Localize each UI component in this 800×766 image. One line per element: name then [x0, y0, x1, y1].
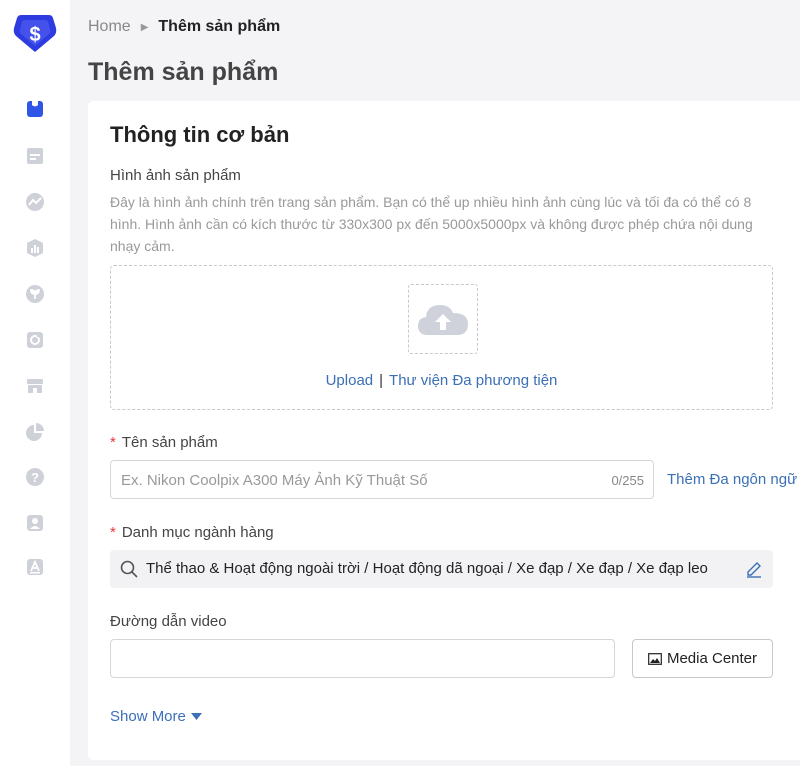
video-url-input[interactable]: [110, 639, 615, 678]
store-decoration-icon[interactable]: [24, 329, 46, 351]
marketing-icon[interactable]: [24, 191, 46, 213]
help-icon[interactable]: ?: [24, 466, 46, 488]
svg-text:$: $: [29, 24, 40, 46]
caret-down-icon: [190, 713, 202, 720]
product-name-label-text: Tên sản phẩm: [121, 434, 218, 451]
search-icon: [120, 560, 138, 578]
category-path: Thể thao & Hoạt động ngoài trời / Hoạt đ…: [146, 560, 708, 577]
media-center-button[interactable]: Media Center: [632, 639, 773, 678]
show-more-toggle[interactable]: Show More: [110, 708, 202, 725]
product-images-label: Hình ảnh sản phẩm: [110, 167, 241, 184]
section-title: Thông tin cơ bản: [110, 122, 290, 147]
character-counter: 0/255: [611, 473, 644, 488]
media-center-label: Media Center: [666, 650, 758, 667]
upload-link[interactable]: Upload: [326, 372, 374, 389]
main-content: Home ▶ Thêm sản phẩm Thêm sản phẩm Thông…: [70, 0, 800, 766]
media-library-link[interactable]: Thư viện Đa phương tiện: [389, 372, 557, 389]
product-images-description: Đây là hình ảnh chính trên trang sản phẩ…: [110, 194, 753, 254]
image-upload-zone[interactable]: Upload | Thư viện Đa phương tiện: [110, 265, 773, 410]
product-name-label: * Tên sản phẩm: [110, 434, 218, 451]
breadcrumb-current: Thêm sản phẩm: [158, 18, 281, 35]
shop-icon[interactable]: [24, 375, 46, 397]
upload-links-separator: |: [379, 372, 384, 389]
svg-text:?: ?: [31, 470, 39, 485]
account-icon[interactable]: [24, 512, 46, 534]
products-icon[interactable]: [24, 98, 46, 120]
product-name-input[interactable]: Ex. Nikon Coolpix A300 Máy Ảnh Kỹ Thuật …: [110, 460, 654, 499]
translate-icon[interactable]: [24, 556, 46, 578]
show-more-label: Show More: [110, 708, 186, 725]
page-title: Thêm sản phẩm: [88, 58, 279, 86]
required-mark: *: [110, 434, 116, 451]
orders-icon[interactable]: [24, 145, 46, 167]
sidebar: $ ?: [0, 0, 70, 766]
growth-icon[interactable]: [24, 283, 46, 305]
product-name-placeholder: Ex. Nikon Coolpix A300 Máy Ảnh Kỹ Thuật …: [121, 472, 428, 489]
category-selector[interactable]: Thể thao & Hoạt động ngoài trời / Hoạt đ…: [110, 550, 773, 588]
finance-icon[interactable]: [24, 237, 46, 259]
logo-icon[interactable]: $: [13, 12, 57, 54]
chevron-right-icon: ▶: [140, 21, 149, 33]
analytics-icon[interactable]: [24, 421, 46, 443]
image-upload-box[interactable]: [408, 284, 478, 354]
cloud-upload-icon: [418, 305, 468, 335]
required-mark: *: [110, 524, 116, 541]
breadcrumb-home-link[interactable]: Home: [88, 18, 131, 36]
upload-links: Upload | Thư viện Đa phương tiện: [111, 372, 772, 389]
category-label: * Danh mục ngành hàng: [110, 524, 274, 541]
video-url-label: Đường dẫn video: [110, 613, 227, 630]
category-label-text: Danh mục ngành hàng: [121, 524, 274, 541]
add-multi-language-link[interactable]: Thêm Đa ngôn ngữ: [667, 471, 797, 488]
edit-icon[interactable]: [745, 560, 763, 578]
breadcrumb: Home ▶ Thêm sản phẩm: [88, 18, 280, 36]
basic-info-card: Thông tin cơ bản Hình ảnh sản phẩm Đây l…: [88, 101, 800, 760]
image-icon: [648, 652, 662, 665]
